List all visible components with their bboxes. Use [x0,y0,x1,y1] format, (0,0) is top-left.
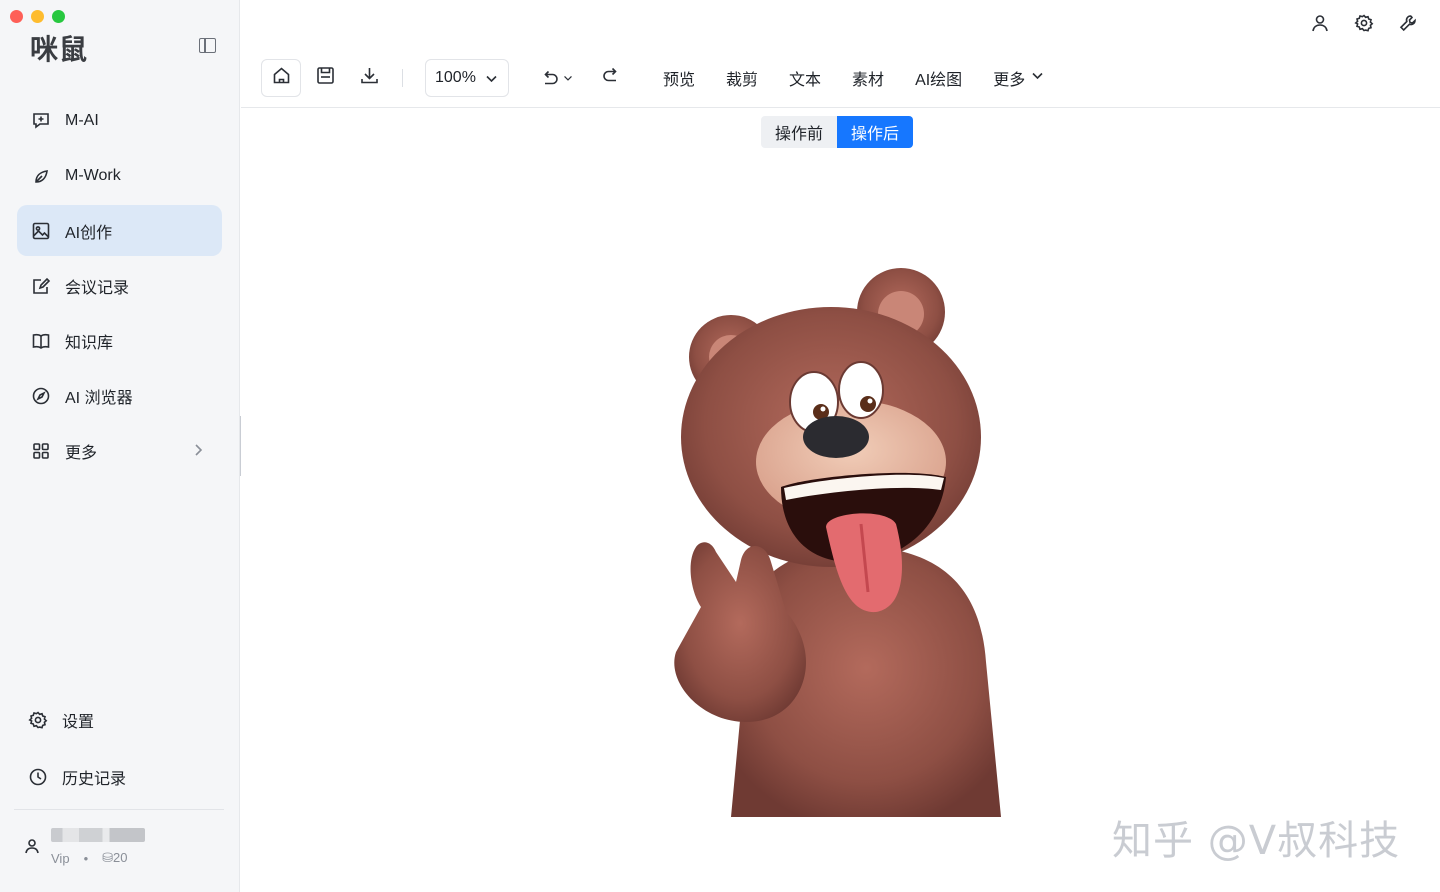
settings-icon[interactable] [1354,13,1374,33]
sidebar-item-label: 会议记录 [65,279,130,297]
chevron-down-icon [1031,69,1044,87]
app-window: 咪鼠 M-AI M-Work AI创作 会议记录 知识库 AI 浏览器 更多 设… [0,0,1440,892]
sidebar-item-m-work[interactable]: M-Work [17,150,222,201]
chevron-right-icon [192,443,204,462]
home-icon [271,65,292,91]
sidebar-item-knowledge-base[interactable]: 知识库 [17,315,222,366]
user-credits: ⛁20 [102,850,128,865]
sidebar-item-ai-create[interactable]: AI创作 [17,205,222,256]
chevron-down-icon [485,72,498,90]
download-icon [359,65,380,91]
editor-menu: 预览 裁剪 文本 素材 AI绘图 更多 [663,59,1075,97]
home-button[interactable] [261,59,301,97]
sidebar-item-label: 知识库 [65,334,114,352]
zoom-value: 100% [435,69,476,86]
sidebar-item-settings[interactable]: 设置 [17,697,222,743]
menu-crop[interactable]: 裁剪 [726,66,758,90]
account-icon[interactable] [1310,13,1330,33]
leaf-icon [31,166,51,186]
wrench-icon[interactable] [1398,13,1418,33]
menu-more[interactable]: 更多 [993,66,1044,90]
redo-icon [600,65,621,91]
gear-icon [28,710,48,730]
user-icon [24,838,40,854]
image-icon [31,221,51,241]
after-tab[interactable]: 操作后 [837,116,914,148]
book-icon [31,331,51,351]
sidebar-item-label: 更多 [65,444,98,462]
menu-ai-draw[interactable]: AI绘图 [915,66,962,90]
menu-text[interactable]: 文本 [789,66,821,90]
user-profile[interactable]: Vip • ⛁20 [24,826,224,870]
grid-icon [31,441,51,461]
editor-toolbar: 100% 预览 裁剪 文本 素材 AI绘图 更多 [261,59,1431,97]
sidebar-divider [14,809,224,810]
sidebar-item-history[interactable]: 历史记录 [17,754,222,800]
save-icon [315,65,336,91]
menu-more-label: 更多 [993,72,1026,89]
minimize-window-button[interactable] [31,10,44,23]
user-meta: Vip • ⛁20 [51,850,127,866]
top-right-actions [1310,13,1418,33]
close-window-button[interactable] [10,10,23,23]
menu-assets[interactable]: 素材 [852,66,884,90]
sidebar-item-ai-browser[interactable]: AI 浏览器 [17,370,222,421]
sidebar-item-label: M-Work [65,166,121,184]
maximize-window-button[interactable] [52,10,65,23]
sidebar-bottom-nav: 设置 历史记录 [17,697,222,811]
sidebar-item-label: AI 浏览器 [65,389,133,407]
sidebar-item-label: M-AI [65,111,99,129]
sidebar-item-label: 历史记录 [62,771,127,788]
toolbar-divider-line [241,107,1440,108]
menu-preview[interactable]: 预览 [663,66,695,90]
sidebar: 咪鼠 M-AI M-Work AI创作 会议记录 知识库 AI 浏览器 更多 设… [0,0,240,892]
toolbar-divider [402,69,403,87]
user-tier: Vip [51,850,70,866]
separator-dot: • [83,850,89,866]
watermark-text: 知乎 @V叔科技 [1112,818,1401,864]
undo-icon [540,68,573,89]
undo-button[interactable] [534,59,578,97]
main-area: 100% 预览 裁剪 文本 素材 AI绘图 更多 操作前 操作后 知乎 @V叔科… [241,0,1440,892]
clock-icon [28,767,48,787]
sidebar-item-m-ai[interactable]: M-AI [17,95,222,146]
redo-button[interactable] [590,59,630,97]
download-button[interactable] [349,59,389,97]
user-name-redacted [51,828,145,842]
canvas-image[interactable] [656,262,1026,817]
chat-plus-icon [31,111,51,131]
before-tab[interactable]: 操作前 [761,116,838,148]
window-controls [10,10,65,23]
sidebar-item-label: AI创作 [65,224,113,242]
edit-note-icon [31,276,51,296]
sidebar-nav: M-AI M-Work AI创作 会议记录 知识库 AI 浏览器 更多 [17,95,222,480]
sidebar-item-meeting-notes[interactable]: 会议记录 [17,260,222,311]
compass-icon [31,386,51,406]
app-logo: 咪鼠 [30,33,89,66]
sidebar-item-label: 设置 [62,714,95,731]
zoom-select[interactable]: 100% [425,59,509,97]
sidebar-toggle-icon[interactable] [199,38,216,53]
save-button[interactable] [305,59,345,97]
sidebar-item-more[interactable]: 更多 [17,425,222,476]
before-after-toggle: 操作前 操作后 [761,116,914,148]
